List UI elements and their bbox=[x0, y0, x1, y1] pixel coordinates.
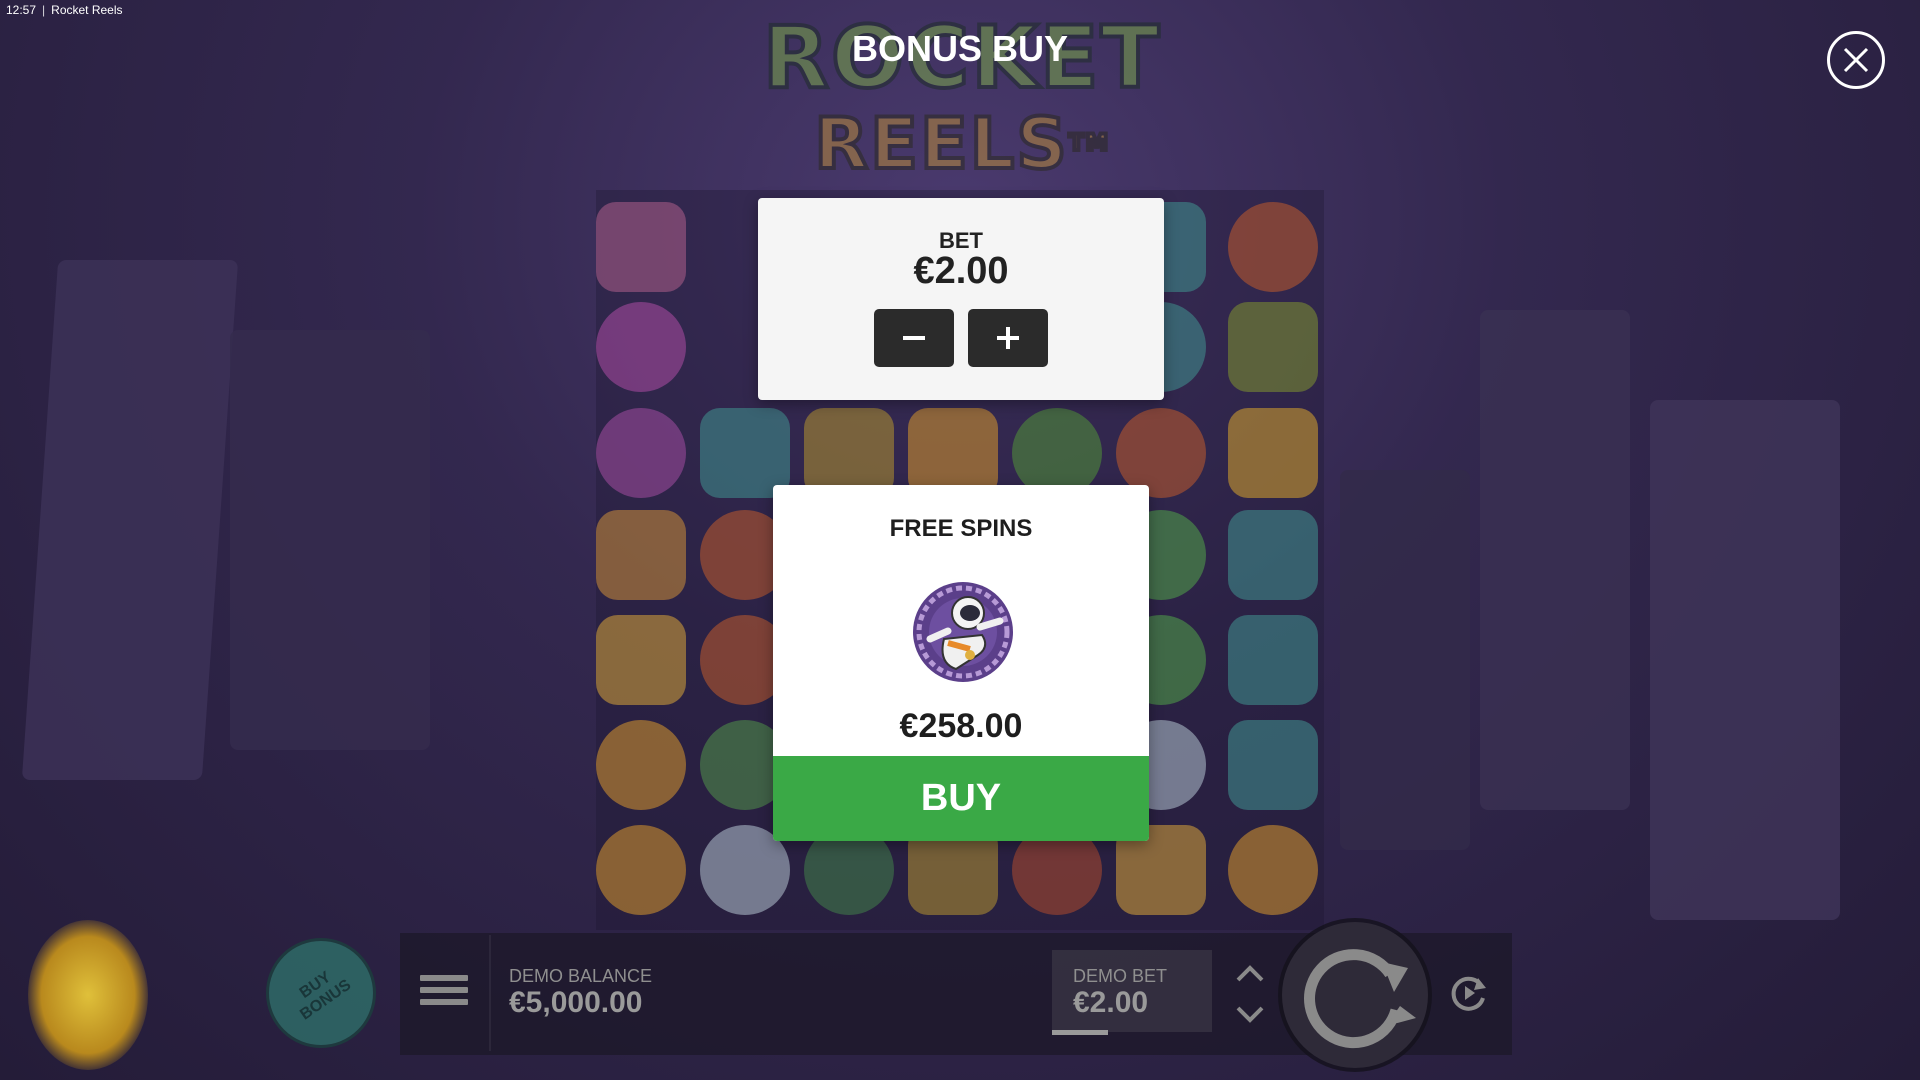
status-separator: | bbox=[42, 3, 46, 17]
reel-symbol bbox=[596, 302, 686, 392]
autoplay-icon bbox=[1451, 976, 1486, 1011]
reel-symbol bbox=[1228, 408, 1318, 498]
decrease-bet-button[interactable] bbox=[874, 309, 954, 367]
reel-symbol bbox=[1228, 720, 1318, 810]
demo-bet-label: DEMO BET bbox=[1073, 966, 1168, 986]
spin-button[interactable] bbox=[1282, 922, 1428, 1068]
status-bar: 12:57 | Rocket Reels bbox=[0, 0, 123, 20]
background-rock bbox=[1650, 400, 1840, 920]
demo-bet-indicator bbox=[1052, 1030, 1108, 1035]
free-spins-card: FREE SPINS €258.00 BUY bbox=[773, 485, 1149, 841]
reel-symbol bbox=[596, 615, 686, 705]
reel-symbol bbox=[1228, 302, 1318, 392]
reel-symbol bbox=[1228, 510, 1318, 600]
chevron-up-icon bbox=[1236, 965, 1264, 982]
free-spins-price: €258.00 bbox=[899, 707, 1023, 745]
autoplay-button[interactable] bbox=[1446, 970, 1492, 1016]
logo-trademark: TM bbox=[1067, 129, 1110, 158]
astronaut-icon bbox=[913, 582, 1013, 682]
spin-arrow-icon bbox=[1304, 949, 1416, 1049]
increase-bet-button[interactable] bbox=[968, 309, 1048, 367]
hud-divider bbox=[489, 935, 491, 1051]
demo-bet-value: €2.00 bbox=[1073, 986, 1149, 1019]
bet-value: €2.00 bbox=[913, 250, 1009, 292]
reel-symbol bbox=[596, 720, 686, 810]
buy-bonus-label: BUY BONUS bbox=[287, 962, 355, 1025]
chevron-down-icon bbox=[1236, 1006, 1264, 1023]
minus-icon bbox=[903, 336, 925, 340]
clock: 12:57 bbox=[6, 3, 37, 17]
bet-panel: BET €2.00 bbox=[758, 198, 1164, 400]
game-screen: 12:57 | Rocket Reels ROCKET REELSTM BONU… bbox=[0, 0, 1920, 1080]
close-button[interactable] bbox=[1827, 31, 1885, 89]
reel-symbol bbox=[1228, 825, 1318, 915]
hamburger-menu-icon bbox=[420, 975, 468, 1005]
free-spins-title: FREE SPINS bbox=[889, 515, 1033, 542]
buy-button[interactable]: BUY bbox=[773, 756, 1149, 841]
buy-bonus-button[interactable]: BUY BONUS bbox=[266, 938, 376, 1048]
close-icon bbox=[1843, 47, 1869, 73]
bet-up-button[interactable] bbox=[1232, 962, 1268, 986]
reel-symbol bbox=[596, 825, 686, 915]
background-rock bbox=[1340, 470, 1470, 850]
balance-label: DEMO BALANCE bbox=[509, 966, 653, 986]
logo-line-2: REELSTM bbox=[728, 103, 1196, 185]
reel-symbol bbox=[596, 408, 686, 498]
reel-symbol bbox=[596, 510, 686, 600]
reel-symbol bbox=[1228, 202, 1318, 292]
balance-value: €5,000.00 bbox=[509, 986, 643, 1019]
window-title: Rocket Reels bbox=[51, 3, 123, 17]
dialog-title: BONUS BUY bbox=[851, 28, 1069, 69]
logo-line-2-text: REELS bbox=[812, 103, 1069, 185]
menu-button[interactable] bbox=[420, 975, 468, 1015]
background-glow bbox=[28, 920, 148, 1070]
reel-symbol bbox=[1228, 615, 1318, 705]
reel-symbol bbox=[596, 202, 686, 292]
plus-icon-vertical bbox=[1006, 327, 1010, 349]
background-rock bbox=[230, 330, 430, 750]
bet-down-button[interactable] bbox=[1232, 1002, 1268, 1026]
background-rock bbox=[21, 260, 239, 780]
background-rock bbox=[1480, 310, 1630, 810]
